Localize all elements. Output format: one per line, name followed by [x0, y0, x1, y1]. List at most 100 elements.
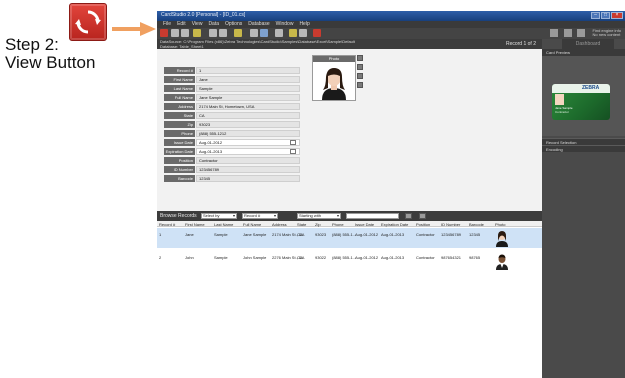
- match-dropdown[interactable]: Starting with: [297, 213, 341, 219]
- first-record-icon[interactable]: [250, 29, 258, 37]
- field-value[interactable]: Contractor: [196, 157, 300, 164]
- menu-help[interactable]: Help: [299, 21, 309, 28]
- field-dropdown[interactable]: Record #: [242, 213, 278, 219]
- clear-search-button[interactable]: [419, 213, 426, 219]
- col-barcode[interactable]: Barcode: [469, 222, 484, 227]
- field-label: Last Name: [164, 85, 195, 92]
- open-icon[interactable]: [181, 29, 189, 37]
- properties-icon[interactable]: [577, 29, 586, 37]
- field-zip: Zip 93023: [164, 121, 300, 128]
- record-selection-header[interactable]: Record Selection: [542, 138, 625, 145]
- field-barcode: Barcode 12345: [164, 175, 300, 182]
- field-last-name: Last Name Sample: [164, 85, 300, 92]
- cell: (888) 555-1...: [332, 255, 357, 260]
- field-value[interactable]: Sample: [196, 85, 300, 92]
- menu-options[interactable]: Options: [225, 21, 242, 28]
- browse-records-title: Browse Records: [160, 213, 197, 219]
- card-preview-header[interactable]: Card Preview: [542, 49, 625, 56]
- field-value[interactable]: Jane: [196, 76, 300, 83]
- field-phone: Phone (888) 555-1212: [164, 130, 300, 137]
- grid-header: Record # First Name Last Name Full Name …: [157, 221, 542, 227]
- database-icon[interactable]: [234, 29, 242, 37]
- menu-view[interactable]: View: [192, 21, 203, 28]
- field-label: Record #: [164, 67, 195, 74]
- printer-settings-icon[interactable]: [299, 29, 307, 37]
- title-bar: CardStudio 2.0 [Personal] - [ID_01.cs] –…: [157, 11, 625, 21]
- cell: CA: [297, 232, 303, 237]
- field-value[interactable]: Jane Sample: [196, 94, 300, 101]
- cell: Jane: [185, 232, 194, 237]
- field-value[interactable]: 123456789: [196, 166, 300, 173]
- col-expiration-date[interactable]: Expiration Date: [381, 222, 408, 227]
- col-issue-date[interactable]: Issue Date: [355, 222, 374, 227]
- field-value[interactable]: Aug-01-2012: [196, 139, 300, 146]
- col-full-name[interactable]: Full Name: [243, 222, 261, 227]
- field-value[interactable]: CA: [196, 112, 300, 119]
- photo-clear-icon[interactable]: [357, 82, 363, 88]
- col-zip[interactable]: Zip: [315, 222, 321, 227]
- menu-database[interactable]: Database: [248, 21, 269, 28]
- col-phone[interactable]: Phone: [332, 222, 344, 227]
- field-value[interactable]: Aug-01-2013: [196, 148, 300, 155]
- col-record-number[interactable]: Record #: [159, 222, 175, 227]
- col-address[interactable]: Address: [272, 222, 287, 227]
- layers-icon[interactable]: [563, 29, 572, 37]
- encode-icon[interactable]: [275, 29, 283, 37]
- table-row[interactable]: 2 John Sample John Sample 2276 Main St.,…: [157, 251, 542, 271]
- grid-icon[interactable]: [550, 29, 559, 37]
- print-icon[interactable]: [209, 29, 217, 37]
- col-photo[interactable]: Photo: [495, 222, 505, 227]
- menu-file[interactable]: File: [163, 21, 171, 28]
- calendar-icon[interactable]: [290, 140, 296, 145]
- menu-window[interactable]: Window: [276, 21, 294, 28]
- field-record-number: Record # 1: [164, 67, 300, 74]
- field-value[interactable]: 93023: [196, 121, 300, 128]
- cell: Contractor: [416, 255, 435, 260]
- field-label: State: [164, 112, 195, 119]
- print-preview-icon[interactable]: [219, 29, 227, 37]
- next-record-icon[interactable]: [260, 29, 268, 37]
- search-button[interactable]: [405, 213, 412, 219]
- cell: CA: [297, 255, 303, 260]
- field-label: Position: [164, 157, 195, 164]
- photo-crop-icon[interactable]: [357, 73, 363, 79]
- field-value[interactable]: 2174 Main St, Hometown, USA: [196, 103, 300, 110]
- dashboard-tab[interactable]: Dashboard: [562, 39, 614, 49]
- col-state[interactable]: State: [297, 222, 306, 227]
- select-by-dropdown[interactable]: Select by: [201, 213, 237, 219]
- new-icon[interactable]: [171, 29, 179, 37]
- field-label: ID Number: [164, 166, 195, 173]
- datasource-path-bar: DataSource: C:\Program Files (x86)\Zebra…: [157, 39, 542, 49]
- col-first-name[interactable]: First Name: [185, 222, 205, 227]
- field-value[interactable]: 1: [196, 67, 300, 74]
- view-button[interactable]: [160, 29, 168, 37]
- col-position[interactable]: Position: [416, 222, 430, 227]
- maximize-button[interactable]: □: [601, 12, 610, 19]
- menu-edit[interactable]: Edit: [177, 21, 186, 28]
- field-value[interactable]: (888) 555-1212: [196, 130, 300, 137]
- save-icon[interactable]: [193, 29, 201, 37]
- field-label: Full Name: [164, 94, 195, 101]
- table-row[interactable]: 1 Jane Sample Jane Sample 2174 Main St.,…: [157, 228, 542, 248]
- record-counter: Record 1 of 2: [505, 41, 536, 47]
- col-last-name[interactable]: Last Name: [214, 222, 233, 227]
- col-id-number[interactable]: ID Number: [441, 222, 460, 227]
- search-input[interactable]: [346, 213, 399, 219]
- browse-records-bar: Browse Records Select by Record # Starti…: [157, 211, 542, 221]
- photo-browse-icon[interactable]: [357, 55, 363, 61]
- photo-camera-icon[interactable]: [357, 64, 363, 70]
- encoding-header[interactable]: Encoding: [542, 145, 625, 152]
- close-button[interactable]: ×: [611, 12, 623, 19]
- field-value[interactable]: 12345: [196, 175, 300, 182]
- toolbar-info-2: No new content: [592, 32, 621, 37]
- cell: Aug-01-2013: [381, 232, 405, 237]
- minimize-button[interactable]: –: [591, 12, 600, 19]
- calendar-icon[interactable]: [290, 149, 296, 154]
- settings-icon[interactable]: [289, 29, 297, 37]
- field-issue-date: Issue Date Aug-01-2012: [164, 139, 300, 146]
- thumbnail-photo-icon: [496, 254, 508, 270]
- toolbar: Find engine info No new content: [157, 28, 625, 39]
- menu-data[interactable]: Data: [208, 21, 219, 28]
- window-controls: – □ ×: [591, 12, 623, 19]
- stop-icon[interactable]: [313, 29, 321, 37]
